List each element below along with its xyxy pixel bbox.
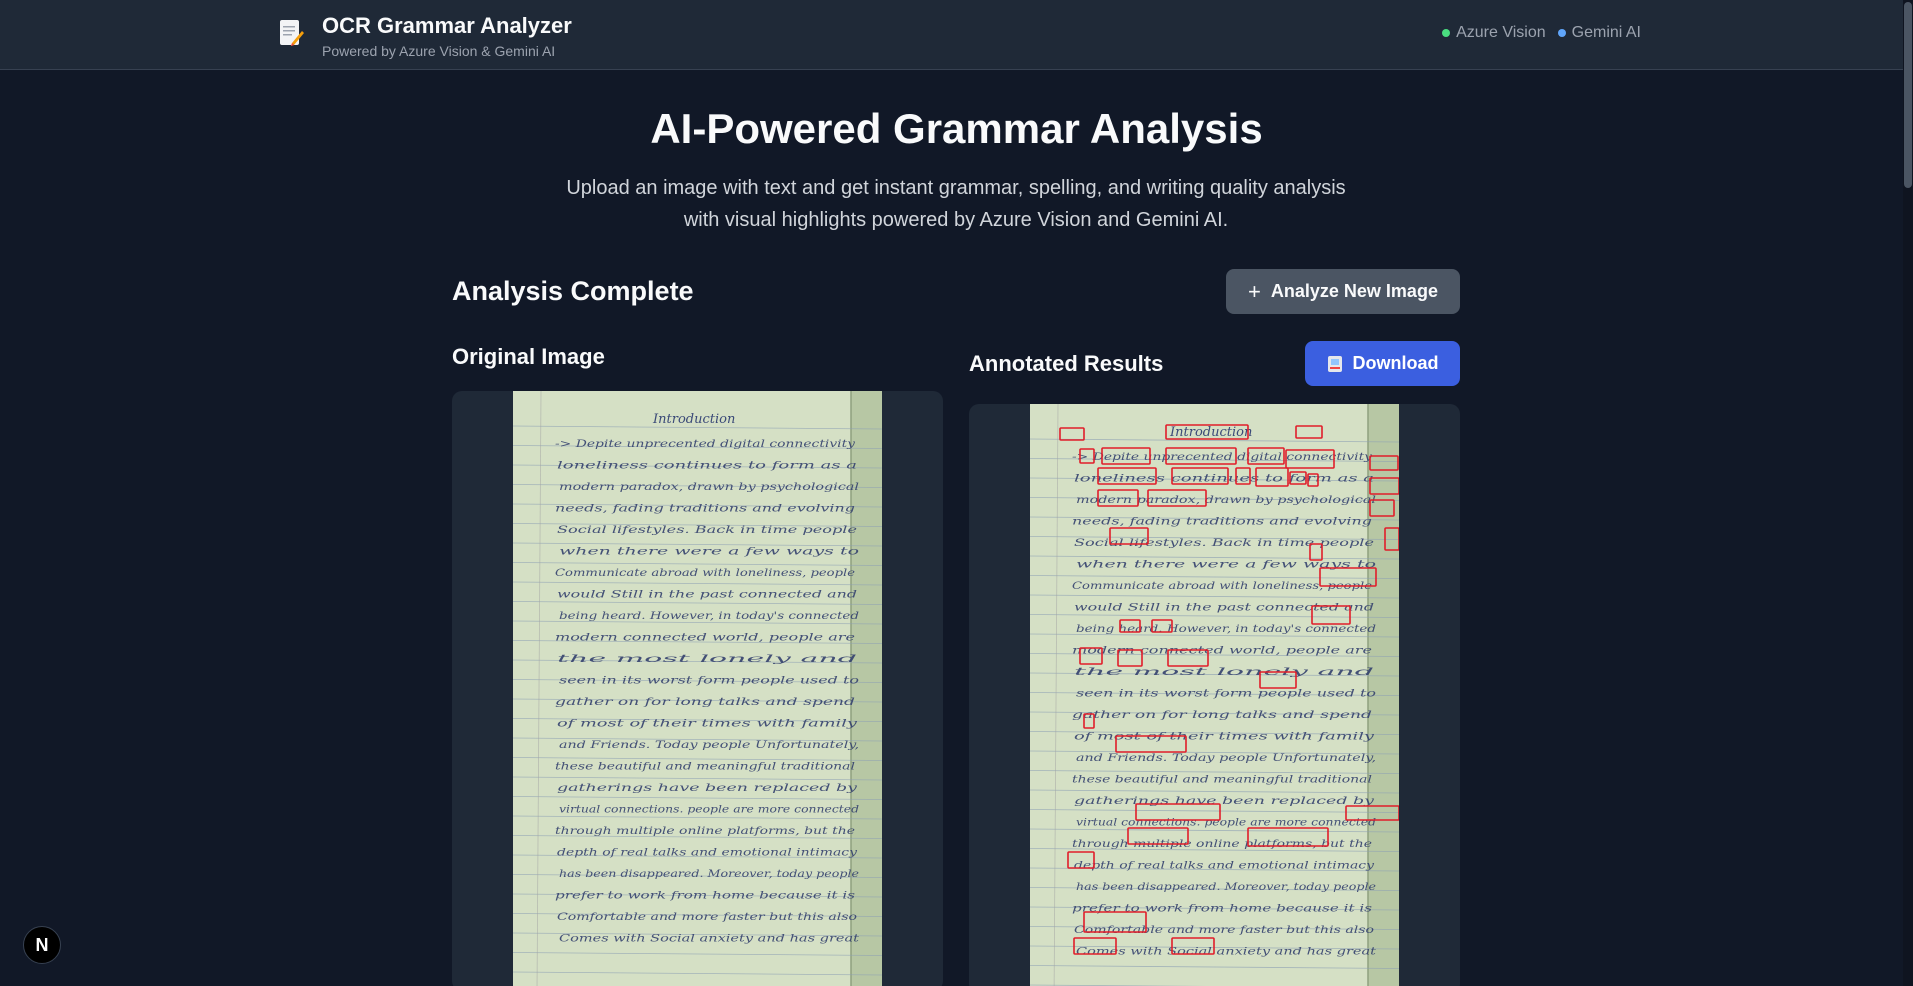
svg-text:Comes with Social anxiety and: Comes with Social anxiety and has great (559, 933, 860, 945)
svg-text:through multiple online platfo: through multiple online platforms, but t… (1072, 838, 1372, 850)
original-image-panel: Introduction -> Depite unprecented digita… (452, 391, 943, 986)
service-azure: Azure Vision (1442, 24, 1546, 42)
svg-text:modern connected world, people: modern connected world, people are (555, 632, 855, 644)
svg-text:loneliness continues to form a: loneliness continues to form as a (1074, 473, 1374, 485)
svg-text:Communicate abroad with loneli: Communicate abroad with loneliness, peop… (555, 567, 855, 579)
svg-text:Introduction: Introduction (1169, 425, 1252, 440)
svg-text:would Still in the past connec: would Still in the past connected and (1074, 602, 1374, 614)
svg-text:and Friends. Today people Unfo: and Friends. Today people Unfortunately, (559, 739, 859, 751)
svg-text:of most of their times with fa: of most of their times with family (557, 718, 859, 730)
svg-text:gather on for long talks and s: gather on for long talks and spend (1072, 709, 1372, 721)
download-icon (1327, 355, 1342, 372)
svg-text:seen in its worst form people: seen in its worst form people used to (1076, 688, 1376, 700)
svg-text:Social lifestyles. Back in tim: Social lifestyles. Back in time people (1074, 537, 1374, 549)
service-label: Gemini AI (1571, 24, 1641, 41)
hero-title: AI-Powered Grammar Analysis (650, 105, 1263, 152)
plus-icon: + (1248, 278, 1261, 304)
page-scrollbar[interactable] (1903, 0, 1913, 986)
svg-text:through multiple online platfo: through multiple online platforms, but t… (555, 825, 855, 837)
svg-text:depth of real talks and emotio: depth of real talks and emotional intima… (557, 847, 858, 859)
svg-text:virtual connections. people ar: virtual connections. people are more con… (559, 804, 859, 816)
svg-text:gather on for long talks and s: gather on for long talks and spend (555, 696, 855, 708)
svg-text:depth of real talks and emotio: depth of real talks and emotional intima… (1074, 860, 1375, 872)
svg-text:the most lonely and: the most lonely and (557, 653, 858, 665)
svg-text:has been disappeared. Moreover: has been disappeared. Moreover, today pe… (559, 868, 859, 880)
service-status: Azure Vision Gemini AI (1442, 24, 1641, 42)
svg-text:needs, fading traditions and e: needs, fading traditions and evolving (555, 503, 855, 515)
svg-text:Social lifestyles. Back in tim: Social lifestyles. Back in time people (557, 524, 857, 536)
svg-text:modern paradox, drawn by psych: modern paradox, drawn by psychological (559, 481, 859, 493)
original-image-title: Original Image (452, 344, 605, 369)
download-label: Download (1352, 353, 1439, 373)
svg-text:has been disappeared. Moreover: has been disappeared. Moreover, today pe… (1076, 881, 1376, 893)
analysis-status-title: Analysis Complete (452, 276, 694, 306)
svg-text:and Friends. Today people Unfo: and Friends. Today people Unfortunately, (1076, 752, 1376, 764)
svg-text:being heard. However, in today: being heard. However, in today's connect… (559, 610, 859, 622)
svg-text:when there were a few ways to: when there were a few ways to (559, 546, 859, 558)
nextjs-icon[interactable]: N (23, 926, 61, 964)
svg-text:modern paradox, drawn by psych: modern paradox, drawn by psychological (1076, 494, 1376, 506)
svg-text:these beautiful and meaningful: these beautiful and meaningful tradition… (1072, 774, 1372, 786)
badge-label: N (35, 934, 49, 955)
service-gemini: Gemini AI (1557, 24, 1641, 42)
svg-text:seen in its worst form people: seen in its worst form people used to (559, 675, 859, 687)
hero-description: Upload an image with text and get instan… (566, 177, 1346, 231)
svg-text:modern connected world, people: modern connected world, people are (1072, 645, 1372, 657)
original-notebook-image: Introduction -> Depite unprecented digita… (513, 391, 882, 986)
app-title: OCR Grammar Analyzer (322, 13, 572, 38)
svg-text:prefer to work from home becau: prefer to work from home because it is (555, 890, 856, 902)
svg-text:would Still in the past connec: would Still in the past connected and (557, 589, 857, 601)
svg-text:-> Depite unprecented digital: -> Depite unprecented digital connectivi… (555, 438, 856, 450)
svg-text:these beautiful and meaningful: these beautiful and meaningful tradition… (555, 761, 855, 773)
svg-text:needs, fading traditions and e: needs, fading traditions and evolving (1072, 516, 1372, 528)
svg-text:Comfortable and more faster bu: Comfortable and more faster but this als… (1074, 924, 1374, 936)
app-header: OCR Grammar Analyzer Powered by Azure Vi… (0, 0, 1913, 70)
svg-text:-> Depite unprecented digital: -> Depite unprecented digital connectivi… (1072, 451, 1373, 463)
service-label: Azure Vision (1456, 24, 1546, 41)
annotated-results-title: Annotated Results (969, 351, 1164, 376)
download-button[interactable]: Download (1305, 341, 1460, 386)
svg-text:Comfortable and more faster bu: Comfortable and more faster but this als… (557, 911, 857, 923)
memo-pencil-icon (280, 20, 304, 46)
svg-text:virtual connections. people ar: virtual connections. people are more con… (1076, 817, 1376, 829)
svg-text:the most lonely and: the most lonely and (1074, 666, 1375, 678)
analyze-new-image-button[interactable]: + Analyze New Image (1226, 269, 1460, 314)
status-dot-icon (1557, 29, 1566, 37)
annotated-notebook-image: Introduction -> Depite unprecented digita… (1030, 404, 1399, 986)
svg-text:gatherings have been replaced: gatherings have been replaced by (1074, 795, 1376, 807)
analyze-new-image-label: Analyze New Image (1270, 281, 1438, 301)
scrollbar-thumb[interactable] (1904, 2, 1912, 188)
svg-text:loneliness continues to form a: loneliness continues to form as a (557, 460, 857, 472)
annotated-image-panel: Introduction -> Depite unprecented digita… (969, 404, 1460, 986)
svg-text:Introduction: Introduction (652, 412, 735, 427)
app-subtitle: Powered by Azure Vision & Gemini AI (322, 43, 556, 59)
svg-text:Comes with Social anxiety and: Comes with Social anxiety and has great (1076, 946, 1377, 958)
status-dot-icon (1442, 29, 1451, 37)
svg-text:gatherings have been replaced: gatherings have been replaced by (557, 782, 859, 794)
